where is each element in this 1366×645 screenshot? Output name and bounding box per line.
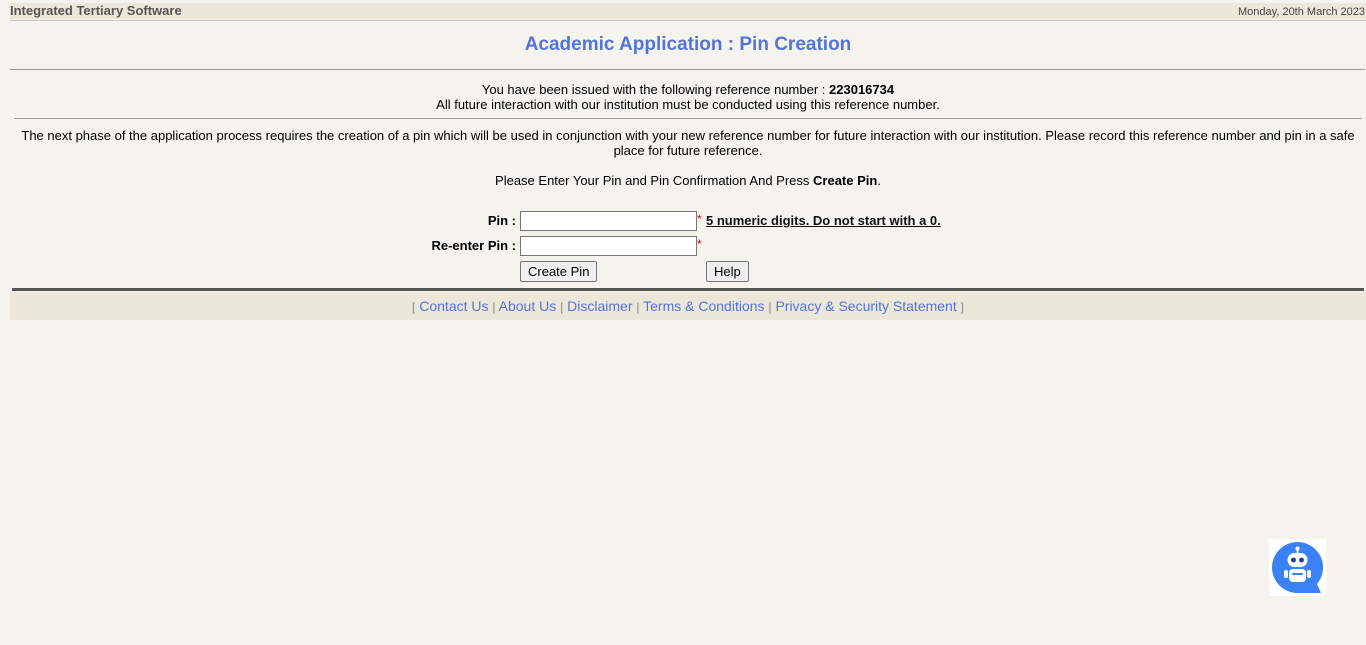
top-divider (10, 20, 1366, 21)
info-paragraph: The next phase of the application proces… (21, 128, 1355, 158)
reenter-pin-label: Re-enter Pin : (431, 238, 516, 253)
footer-divider (12, 288, 1364, 291)
robot-chat-icon (1272, 541, 1324, 593)
chatbot-button[interactable] (1269, 539, 1326, 596)
pin-hint: 5 numeric digits. Do not start with a 0. (706, 213, 941, 228)
footer-link-privacy-security[interactable]: Privacy & Security Statement (775, 298, 956, 314)
footer-separator: | (560, 300, 564, 314)
footer-links: [ Contact Us | About Us | Disclaimer | T… (10, 292, 1366, 320)
pin-label: Pin : (487, 213, 516, 228)
pin-input[interactable] (520, 211, 697, 231)
footer-separator: | (768, 300, 772, 314)
instruction-prefix: Please Enter Your Pin and Pin Confirmati… (495, 173, 810, 188)
reenter-pin-required-mark: * (697, 237, 702, 251)
reenter-pin-input[interactable] (520, 236, 697, 256)
title-divider (10, 69, 1365, 70)
instruction-action: Create Pin (813, 173, 878, 188)
pin-required-mark: * (697, 212, 702, 226)
footer-link-terms-conditions[interactable]: Terms & Conditions (643, 298, 764, 314)
current-date: Monday, 20th March 2023 (1238, 6, 1365, 18)
footer-close-bracket: ] (960, 300, 964, 314)
app-name: Integrated Tertiary Software (10, 3, 182, 18)
footer-open-bracket: [ (412, 300, 416, 314)
footer-separator: | (492, 300, 496, 314)
page: Integrated Tertiary Software Monday, 20t… (0, 0, 1366, 645)
create-pin-button[interactable]: Create Pin (520, 261, 598, 282)
instruction-suffix: . (877, 173, 881, 188)
top-bar: Integrated Tertiary Software Monday, 20t… (10, 3, 1366, 19)
footer-separator: | (636, 300, 640, 314)
footer-link-disclaimer[interactable]: Disclaimer (567, 298, 632, 314)
reference-issued-line: You have been issued with the following … (10, 82, 1366, 97)
footer-link-contact-us[interactable]: Contact Us (419, 298, 488, 314)
reference-number: 223016734 (829, 82, 895, 97)
footer-link-about-us[interactable]: About Us (499, 298, 557, 314)
help-button[interactable]: Help (706, 261, 749, 282)
reference-note: All future interaction with our institut… (436, 97, 940, 112)
reference-divider (14, 118, 1362, 119)
page-title: Academic Application : Pin Creation (524, 34, 852, 55)
reference-issued-text: You have been issued with the following … (481, 82, 826, 97)
instruction-line: Please Enter Your Pin and Pin Confirmati… (10, 173, 1366, 188)
